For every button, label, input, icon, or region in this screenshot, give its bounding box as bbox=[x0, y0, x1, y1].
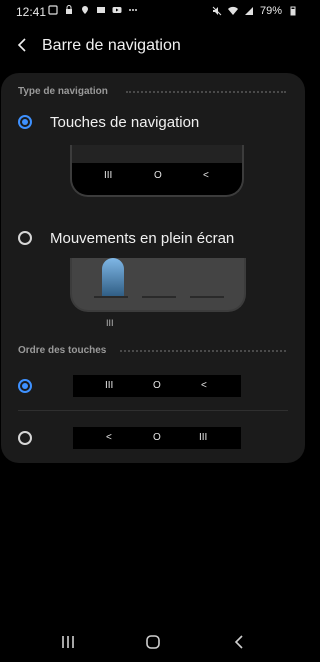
status-right-icons: 79% bbox=[212, 5, 298, 17]
recent-apps-icon: III bbox=[199, 432, 208, 443]
page-title: Barre de navigation bbox=[42, 37, 181, 54]
section-button-order: Ordre des touches bbox=[18, 345, 107, 356]
app-header: Barre de navigation bbox=[0, 30, 306, 62]
radio-mouvements-plein-ecran[interactable] bbox=[18, 231, 32, 245]
wifi-icon bbox=[227, 6, 238, 16]
home-icon: O bbox=[154, 170, 162, 181]
section-divider bbox=[126, 91, 286, 93]
option-mouvements-plein-ecran[interactable]: Mouvements en plein écran bbox=[50, 230, 234, 247]
location-icon bbox=[80, 5, 90, 15]
status-time: 12:41 bbox=[16, 5, 47, 19]
order-1-preview[interactable]: III O < bbox=[73, 375, 241, 397]
home-icon[interactable] bbox=[141, 630, 165, 654]
gesture-line bbox=[142, 296, 176, 298]
home-icon: O bbox=[153, 432, 161, 443]
notification-icon bbox=[48, 5, 58, 15]
signal-icon bbox=[244, 6, 254, 16]
radio-touches-navigation[interactable] bbox=[18, 115, 32, 129]
back-arrow-icon[interactable] bbox=[14, 36, 32, 54]
gesture-menu-icon: III bbox=[106, 318, 114, 328]
youtube-icon bbox=[112, 5, 122, 15]
gesture-swipe-indicator bbox=[102, 258, 124, 298]
radio-order-1[interactable] bbox=[18, 379, 32, 393]
back-icon: < bbox=[203, 170, 209, 181]
gestures-illustration bbox=[70, 258, 246, 312]
order-2-preview[interactable]: < O III bbox=[73, 427, 241, 449]
recent-apps-icon: III bbox=[104, 170, 113, 181]
back-icon: < bbox=[201, 380, 207, 391]
gesture-line bbox=[94, 296, 128, 298]
gesture-line bbox=[190, 296, 224, 298]
section-divider bbox=[120, 350, 286, 352]
home-icon: O bbox=[153, 380, 161, 391]
system-navigation-bar bbox=[0, 622, 306, 662]
option-touches-navigation[interactable]: Touches de navigation bbox=[50, 114, 199, 131]
section-navigation-type: Type de navigation bbox=[18, 86, 108, 97]
gallery-icon bbox=[96, 5, 106, 15]
lock-icon bbox=[64, 5, 74, 15]
status-left-icons bbox=[48, 5, 138, 15]
illustration-nav-bar: III O < bbox=[72, 163, 242, 195]
battery-icon bbox=[288, 6, 298, 16]
mute-icon bbox=[212, 6, 222, 16]
more-dots-icon bbox=[128, 5, 138, 15]
recent-apps-icon: III bbox=[105, 380, 114, 391]
back-icon: < bbox=[106, 432, 112, 443]
radio-order-2[interactable] bbox=[18, 431, 32, 445]
recent-apps-icon[interactable] bbox=[56, 630, 80, 654]
battery-percent: 79% bbox=[259, 5, 282, 17]
back-icon[interactable] bbox=[228, 630, 252, 654]
buttons-illustration: III O < bbox=[70, 145, 244, 197]
order-divider bbox=[18, 410, 288, 411]
status-bar: 12:41 79% bbox=[0, 0, 306, 24]
